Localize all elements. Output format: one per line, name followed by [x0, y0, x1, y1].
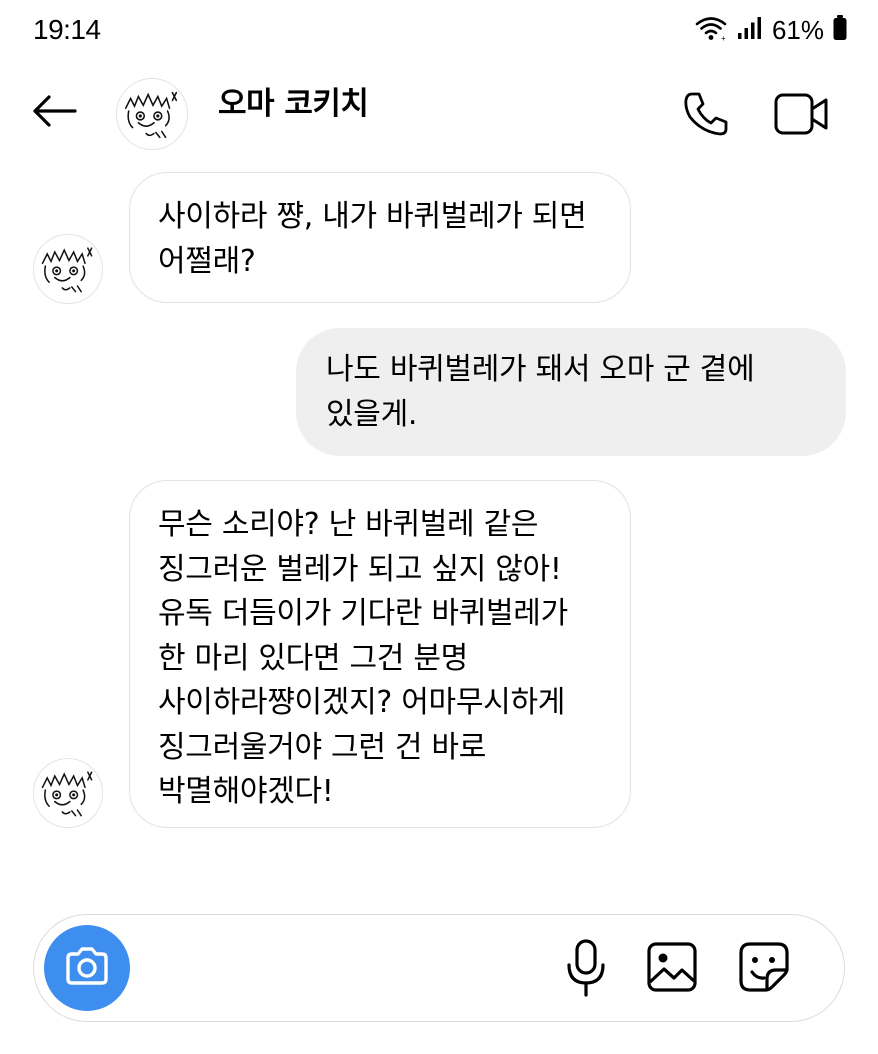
message-text: 사이하라 쨩, 내가 바퀴벌레가 되면 어쩔래?: [158, 199, 587, 279]
gallery-button[interactable]: [644, 939, 700, 995]
status-bar: 19:14 + 61%: [0, 0, 878, 66]
message-bubble-outgoing[interactable]: 나도 바퀴벌레가 돼서 오마 군 곁에 있을게.: [296, 328, 846, 456]
camera-button[interactable]: [44, 925, 130, 1011]
battery-percent: 61%: [771, 14, 824, 45]
sender-avatar[interactable]: [33, 234, 103, 304]
signal-icon: [736, 15, 762, 45]
message-input[interactable]: [144, 945, 544, 991]
sender-avatar[interactable]: [33, 758, 103, 828]
wifi-icon: +: [694, 15, 728, 45]
battery-icon: [832, 14, 848, 46]
message-composer: [33, 914, 845, 1022]
message-bubble-incoming[interactable]: 무슨 소리야? 난 바퀴벌레 같은 징그러운 벌레가 되고 싶지 않아! 유독 …: [129, 480, 631, 828]
voice-call-button[interactable]: [680, 88, 732, 140]
back-button[interactable]: [28, 90, 80, 136]
arrow-left-icon: [31, 94, 77, 132]
camera-icon: [64, 946, 110, 990]
video-camera-icon: [770, 93, 834, 144]
chat-header: 오마 코키치: [0, 66, 878, 166]
sticker-button[interactable]: [736, 939, 792, 995]
image-icon: [644, 942, 700, 999]
message-bubble-incoming[interactable]: 사이하라 쨩, 내가 바퀴벌레가 되면 어쩔래?: [129, 172, 631, 303]
sticker-icon: [736, 942, 792, 999]
message-text: 무슨 소리야? 난 바퀴벌레 같은 징그러운 벌레가 되고 싶지 않아! 유독 …: [158, 507, 568, 809]
microphone-icon: [562, 939, 610, 1003]
microphone-button[interactable]: [562, 939, 610, 999]
svg-text:+: +: [721, 34, 726, 41]
contact-name[interactable]: 오마 코키치: [218, 78, 369, 123]
video-call-button[interactable]: [770, 88, 834, 140]
contact-avatar[interactable]: [116, 78, 188, 150]
message-text: 나도 바퀴벌레가 돼서 오마 군 곁에 있을게.: [326, 352, 755, 432]
phone-icon: [680, 92, 732, 144]
status-indicators: + 61%: [694, 14, 848, 46]
status-time: 19:14: [33, 14, 101, 45]
